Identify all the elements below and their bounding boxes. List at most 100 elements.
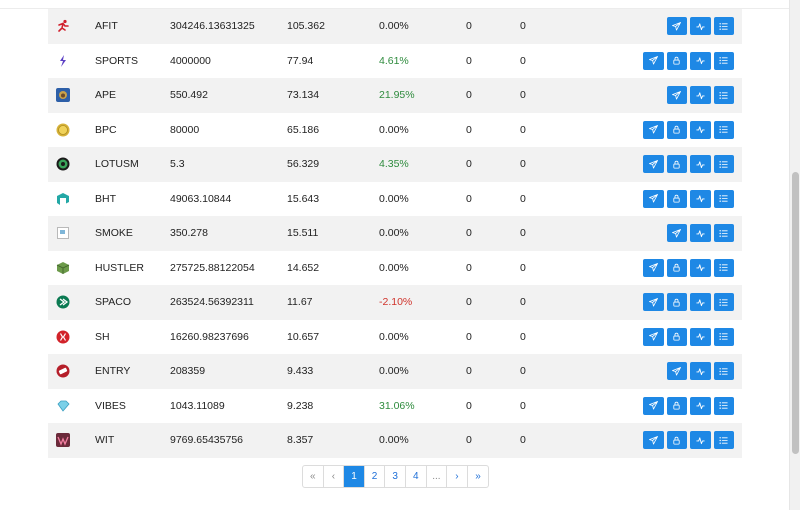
details-button[interactable] [713,189,734,208]
transfer-button[interactable] [666,224,687,243]
stake-button[interactable] [666,258,687,277]
transfer-button[interactable] [643,327,664,346]
token-value: 15.643 [287,192,320,205]
details-button[interactable] [713,431,734,450]
activity-chart-icon [696,91,705,100]
transfer-button[interactable] [643,51,664,70]
table-row: LOTUSM 5.3 56.329 4.35% 0 0 [48,147,742,182]
list-icon [719,263,728,272]
pagination-page-1[interactable]: 1 [344,466,365,487]
list-icon [719,436,728,445]
stake-button[interactable] [666,120,687,139]
details-button[interactable] [713,293,734,312]
activity-chart-icon [696,229,705,238]
details-button[interactable] [713,362,734,381]
scrollbar-thumb[interactable] [792,172,799,454]
token-symbol: APE [95,89,117,102]
chart-button[interactable] [690,120,711,139]
vibes-gem-icon [56,389,70,424]
list-icon [719,298,728,307]
pagination-page-4[interactable]: 4 [406,466,427,487]
token-balance: 208359 [170,365,206,378]
chart-button[interactable] [690,258,711,277]
list-icon [719,91,728,100]
details-button[interactable] [713,17,734,36]
details-button[interactable] [713,155,734,174]
stake-button[interactable] [666,431,687,450]
token-change: 0.00% [379,261,409,274]
chart-button[interactable] [690,293,711,312]
transfer-button[interactable] [666,362,687,381]
stake-button[interactable] [666,189,687,208]
stake-button[interactable] [666,51,687,70]
chart-button[interactable] [690,51,711,70]
stake-button[interactable] [666,293,687,312]
activity-chart-icon [696,367,705,376]
pagination-page-2[interactable]: 2 [365,466,386,487]
details-button[interactable] [713,327,734,346]
token-symbol: LOTUSM [95,158,139,171]
token-col-a: 0 [466,192,472,205]
transfer-button[interactable] [643,396,664,415]
transfer-button[interactable] [666,86,687,105]
stake-button[interactable] [666,155,687,174]
paper-plane-icon [672,90,682,100]
token-value: 9.238 [287,399,314,412]
token-col-b: 0 [520,192,526,205]
transfer-button[interactable] [666,17,687,36]
activity-chart-icon [696,263,705,272]
stake-button[interactable] [666,327,687,346]
chart-button[interactable] [690,327,711,346]
details-button[interactable] [713,86,734,105]
details-button[interactable] [713,258,734,277]
bht-token-icon [56,182,70,217]
stake-button[interactable] [666,396,687,415]
chart-button[interactable] [690,431,711,450]
details-button[interactable] [713,51,734,70]
chart-button[interactable] [690,86,711,105]
lock-icon [672,160,681,169]
chart-button[interactable] [690,224,711,243]
lock-icon [672,436,681,445]
vertical-scrollbar[interactable] [789,0,800,510]
table-row: SH 16260.98237696 10.657 0.00% 0 0 [48,319,742,354]
spaco-token-icon [56,285,70,320]
afit-runner-icon [56,9,70,44]
token-symbol: SPORTS [95,54,138,67]
pagination-last[interactable]: » [468,466,489,487]
transfer-button[interactable] [643,431,664,450]
pagination-prev[interactable]: ‹ [324,466,345,487]
token-value: 105.362 [287,20,325,33]
transfer-button[interactable] [643,293,664,312]
list-icon [719,332,728,341]
token-col-b: 0 [520,227,526,240]
transfer-button[interactable] [643,120,664,139]
transfer-button[interactable] [643,258,664,277]
token-symbol: BPC [95,123,117,136]
token-balance: 49063.10844 [170,192,232,205]
token-balance: 275725.88122054 [170,261,255,274]
pagination-page-3[interactable]: 3 [385,466,406,487]
details-button[interactable] [713,396,734,415]
token-balance: 5.3 [170,158,185,171]
token-balance: 550.492 [170,89,208,102]
pagination-next[interactable]: › [447,466,468,487]
token-col-b: 0 [520,89,526,102]
chart-button[interactable] [690,396,711,415]
token-balance: 1043.11089 [170,399,225,412]
chart-button[interactable] [690,155,711,174]
paper-plane-icon [672,228,682,238]
pagination-first[interactable]: « [303,466,324,487]
token-symbol: HUSTLER [95,261,145,274]
chart-button[interactable] [690,189,711,208]
transfer-button[interactable] [643,155,664,174]
token-col-b: 0 [520,54,526,67]
details-button[interactable] [713,120,734,139]
chart-button[interactable] [690,17,711,36]
chart-button[interactable] [690,362,711,381]
details-button[interactable] [713,224,734,243]
lock-icon [672,56,681,65]
token-value: 9.433 [287,365,314,378]
lotusm-token-icon [56,147,70,182]
transfer-button[interactable] [643,189,664,208]
